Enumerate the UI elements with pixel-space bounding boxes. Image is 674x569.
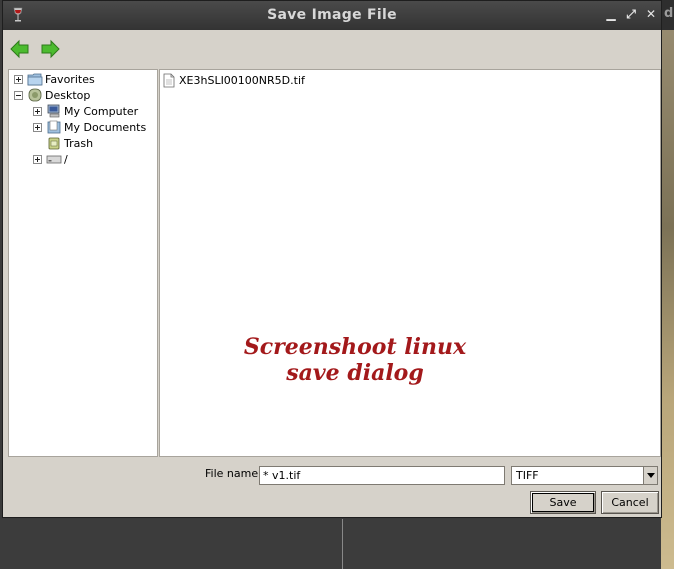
expand-toggle[interactable] <box>33 122 42 132</box>
filename-input[interactable] <box>259 466 505 485</box>
cancel-button[interactable]: Cancel <box>601 491 659 514</box>
tree-item-label: My Documents <box>64 120 147 134</box>
file-icon <box>163 73 175 87</box>
desktop-icon <box>28 88 42 102</box>
back-button[interactable] <box>9 38 31 60</box>
maximize-button[interactable]: ⤢ <box>624 7 638 21</box>
tree-item-trash[interactable]: Trash <box>33 135 93 151</box>
drive-icon <box>46 155 62 164</box>
minimize-button[interactable]: ▁ <box>604 7 618 21</box>
green-right-arrow-icon <box>41 39 60 59</box>
title-bar[interactable]: Save Image File ▁ ⤢ ✕ <box>3 1 661 30</box>
background-title-fragment: d <box>664 6 674 21</box>
tree-item-label: Desktop <box>45 88 91 102</box>
computer-icon <box>47 104 60 118</box>
watermark-line-1: Screenshoot linux <box>243 334 467 360</box>
tree-item-label: / <box>64 152 68 166</box>
chevron-down-icon[interactable] <box>643 467 657 484</box>
tree-item-favorites[interactable]: Favorites <box>14 71 95 87</box>
desktop-divider <box>342 519 343 569</box>
filename-label: File name: <box>205 467 262 480</box>
save-image-dialog: Save Image File ▁ ⤢ ✕ Favorites Desktop … <box>2 0 662 518</box>
expand-toggle[interactable] <box>14 74 23 84</box>
expand-toggle[interactable] <box>33 154 42 164</box>
collapse-toggle[interactable] <box>14 90 23 100</box>
background-window-edge <box>661 0 674 569</box>
background-window-titlebar: d <box>661 0 674 30</box>
tree-item-my-computer[interactable]: My Computer <box>33 103 138 119</box>
tree-item-label: Trash <box>64 136 94 150</box>
tree-item-root[interactable]: / <box>33 151 68 167</box>
trash-icon <box>48 137 60 150</box>
folder-icon <box>27 73 43 86</box>
toolbar <box>3 31 661 67</box>
tree-item-label: My Computer <box>64 104 139 118</box>
file-name: XE3hSLI00100NR5D.tif <box>179 73 305 87</box>
file-item[interactable]: XE3hSLI00100NR5D.tif <box>162 72 305 88</box>
save-button[interactable]: Save <box>530 491 596 514</box>
tree-item-label: Favorites <box>45 72 95 86</box>
tree-item-desktop[interactable]: Desktop <box>14 87 90 103</box>
folder-tree[interactable]: Favorites Desktop My Computer My Documen… <box>8 69 158 457</box>
watermark-caption: Screenshoot linux save dialog <box>200 334 510 386</box>
expand-toggle[interactable] <box>33 106 42 116</box>
green-left-arrow-icon <box>10 39 29 59</box>
close-button[interactable]: ✕ <box>644 7 658 21</box>
window-title: Save Image File <box>267 7 397 23</box>
file-list[interactable]: XE3hSLI00100NR5D.tif Screenshoot linux s… <box>159 69 661 457</box>
tree-item-my-documents[interactable]: My Documents <box>33 119 146 135</box>
forward-button[interactable] <box>39 38 61 60</box>
watermark-line-2: save dialog <box>286 360 424 386</box>
filetype-value: TIFF <box>516 469 539 482</box>
documents-icon <box>47 120 61 134</box>
filetype-select[interactable]: TIFF <box>511 466 658 485</box>
desktop-background <box>0 519 674 569</box>
